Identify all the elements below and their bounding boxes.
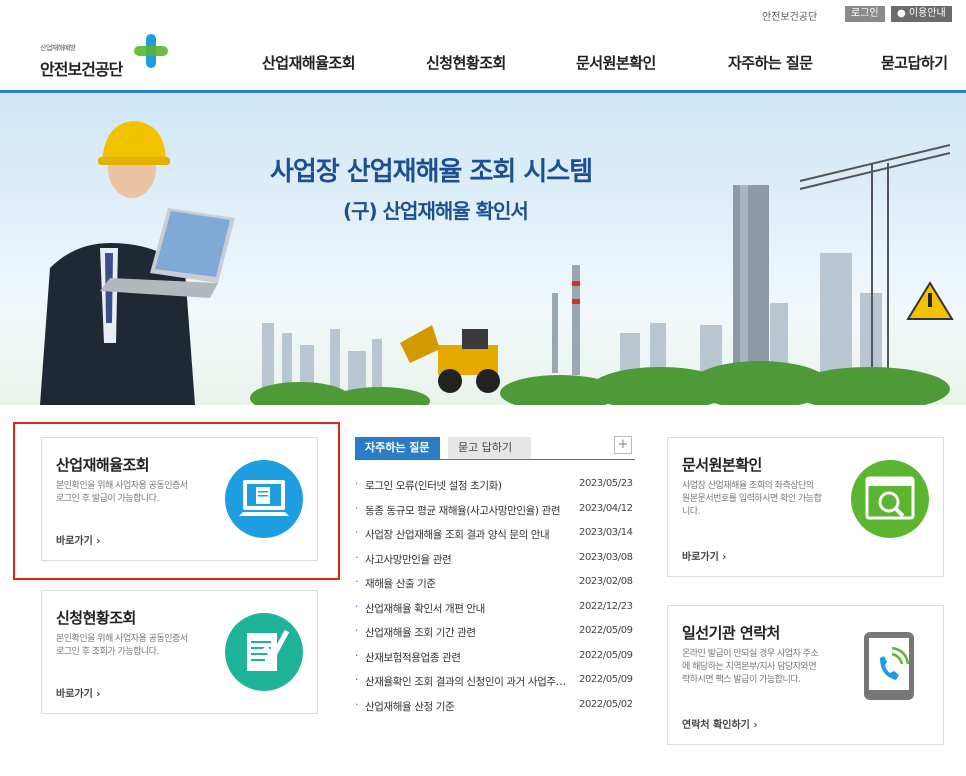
- card-doc-title: 문서원본확인: [682, 456, 762, 474]
- hero-banner: 사업장 산업재해율 조회 시스템 (구) 산업재해율 확인서: [0, 93, 966, 405]
- bullet-icon: ·: [355, 674, 358, 686]
- document-search-icon: [851, 460, 929, 538]
- faq-item-title[interactable]: 산업재해율 조회 기간 관련: [365, 625, 570, 640]
- card-status-inquiry[interactable]: 신청현황조회 본인확인을 위해 사업자용 공동인증서 로그인 후 조회가 가능합…: [41, 590, 318, 714]
- bullet-icon: ·: [355, 649, 358, 662]
- faq-item-title[interactable]: 사고사망만인율 관련: [365, 552, 570, 567]
- bullet-icon: ·: [355, 698, 358, 711]
- card-contact-desc-1: 온라인 발급이 안되실 경우 사업자 주소: [682, 649, 819, 659]
- card-status-desc-1: 본인확인을 위해 사업자용 공동인증서: [56, 634, 188, 644]
- card-status-desc-2: 로그인 후 조회가 가능합니다.: [56, 647, 159, 657]
- card-contact-desc-2: 에 해당하는 지역본부/지사 담당자와연: [682, 662, 817, 672]
- nav-document-check[interactable]: 문서원본확인: [576, 52, 656, 73]
- card-doc-desc-1: 사업장 산업재해율 조회의 좌측상단의: [682, 481, 814, 491]
- card-contact-title: 일선기관 연락처: [682, 624, 780, 642]
- faq-item-date: 2022/05/09: [579, 649, 633, 661]
- person-icon: ●: [897, 8, 909, 19]
- phone-icon: [862, 630, 916, 702]
- faq-item-title[interactable]: 사업장 산업재해율 조회 결과 양식 문의 안내: [365, 527, 570, 542]
- faq-item[interactable]: · 재해율 산출 기준 2023/02/08: [355, 576, 635, 601]
- faq-item-title[interactable]: 로그인 오류(인터넷 설정 초기화): [365, 478, 570, 493]
- faq-item-date: 2023/04/12: [579, 502, 633, 514]
- card-doc-link[interactable]: 바로가기 ›: [682, 548, 726, 563]
- card-contact-link[interactable]: 연락처 확인하기 ›: [682, 716, 757, 731]
- bullet-icon: ·: [355, 527, 358, 539]
- faq-item-date: 2022/05/09: [579, 674, 633, 685]
- hero-title: 사업장 산업재해율 조회 시스템: [270, 157, 593, 187]
- faq-item[interactable]: · 동종 동규모 평균 재해율(사고사망만인율) 관련 2023/04/12: [355, 503, 635, 528]
- tab-underline: [355, 459, 635, 460]
- bullet-icon: ·: [355, 502, 358, 515]
- faq-item-date: 2023/05/23: [579, 478, 633, 489]
- faq-item[interactable]: · 산재율확인 조회 결과의 신청인이 과거 사업주인 경우 2022/05/09: [355, 674, 635, 699]
- card-status-link[interactable]: 바로가기 ›: [56, 685, 100, 700]
- card-contact-desc-3: 락하시면 팩스 발급이 가능합니다.: [682, 675, 801, 685]
- faq-item-date: 2023/03/14: [579, 527, 633, 538]
- faq-item-date: 2022/05/09: [579, 625, 633, 636]
- card-contact[interactable]: 일선기관 연락처 온라인 발급이 안되실 경우 사업자 주소 에 해당하는 지역…: [667, 605, 944, 745]
- faq-item-title[interactable]: 산재율확인 조회 결과의 신청인이 과거 사업주인 경우: [365, 674, 570, 689]
- bullet-icon: ·: [355, 625, 358, 637]
- faq-item[interactable]: · 산재보험적용업종 관련 2022/05/09: [355, 650, 635, 675]
- faq-item-title[interactable]: 산업재해율 산정 기준: [365, 699, 570, 714]
- bullet-icon: ·: [355, 576, 358, 588]
- faq-item-date: 2023/02/08: [579, 576, 633, 587]
- worker-illustration: [40, 121, 235, 405]
- nav-qna[interactable]: 묻고답하기: [881, 52, 948, 73]
- faq-item[interactable]: · 로그인 오류(인터넷 설정 초기화) 2023/05/23: [355, 478, 635, 503]
- card-status-title: 신청현황조회: [56, 609, 136, 627]
- faq-item[interactable]: · 사고사망만인율 관련 2023/03/08: [355, 552, 635, 577]
- faq-item-date: 2022/12/23: [579, 600, 633, 612]
- nav-status-inquiry[interactable]: 신청현황조회: [426, 52, 506, 73]
- faq-item-date: 2023/03/08: [579, 551, 633, 563]
- faq-item[interactable]: · 산업재해율 산정 기준 2022/05/02: [355, 699, 635, 724]
- faq-item-date: 2022/05/02: [579, 698, 633, 710]
- utility-bar: 안전보건공단 로그인 ● 이용안내: [0, 0, 966, 26]
- faq-item-title[interactable]: 재해율 산출 기준: [365, 576, 570, 591]
- faq-item-title[interactable]: 산업재해율 확인서 개편 안내: [365, 601, 570, 616]
- faq-item[interactable]: · 산업재해율 확인서 개편 안내 2022/12/23: [355, 601, 635, 626]
- faq-list: · 로그인 오류(인터넷 설정 초기화) 2023/05/23 · 동종 동규모 평균 …: [355, 478, 635, 723]
- agency-link[interactable]: 안전보건공단: [762, 8, 817, 23]
- faq-item-title[interactable]: 산재보험적용업종 관련: [365, 650, 570, 665]
- faq-item[interactable]: · 사업장 산업재해율 조회 결과 양식 문의 안내 2023/03/14: [355, 527, 635, 552]
- card-doc-desc-2: 원본문서번호를 입력하시면 확인 가능합: [682, 494, 822, 504]
- nav-rate-inquiry[interactable]: 산업재해율조회: [262, 52, 356, 73]
- tab-faq[interactable]: 자주하는 질문: [355, 437, 440, 459]
- checklist-icon: [225, 613, 303, 691]
- card-doc-desc-3: 니다.: [682, 507, 700, 517]
- more-plus-icon[interactable]: +: [614, 436, 632, 454]
- nav-faq[interactable]: 자주하는 질문: [728, 52, 813, 73]
- hero-subtitle: (구) 산업재해율 확인서: [343, 199, 529, 223]
- card-document-check[interactable]: 문서원본확인 사업장 산업재해율 조회의 좌측상단의 원본문서번호를 입력하시면…: [667, 437, 944, 577]
- main-nav: 산업재해율조회 신청현황조회 문서원본확인 자주하는 질문 묻고답하기: [0, 52, 966, 72]
- selection-highlight: [13, 422, 340, 580]
- bullet-icon: ·: [355, 600, 358, 613]
- login-button[interactable]: 로그인: [845, 6, 885, 22]
- bullet-icon: ·: [355, 551, 358, 564]
- faq-item-title[interactable]: 동종 동규모 평균 재해율(사고사망만인율) 관련: [365, 503, 570, 518]
- hero-illustration: [40, 121, 954, 405]
- guide-button[interactable]: ● 이용안내: [891, 6, 952, 22]
- faq-item[interactable]: · 산업재해율 조회 기간 관련 2022/05/09: [355, 625, 635, 650]
- tab-qna[interactable]: 묻고 답하기: [448, 437, 531, 459]
- guide-label: 이용안내: [908, 8, 946, 19]
- bullet-icon: ·: [355, 478, 358, 490]
